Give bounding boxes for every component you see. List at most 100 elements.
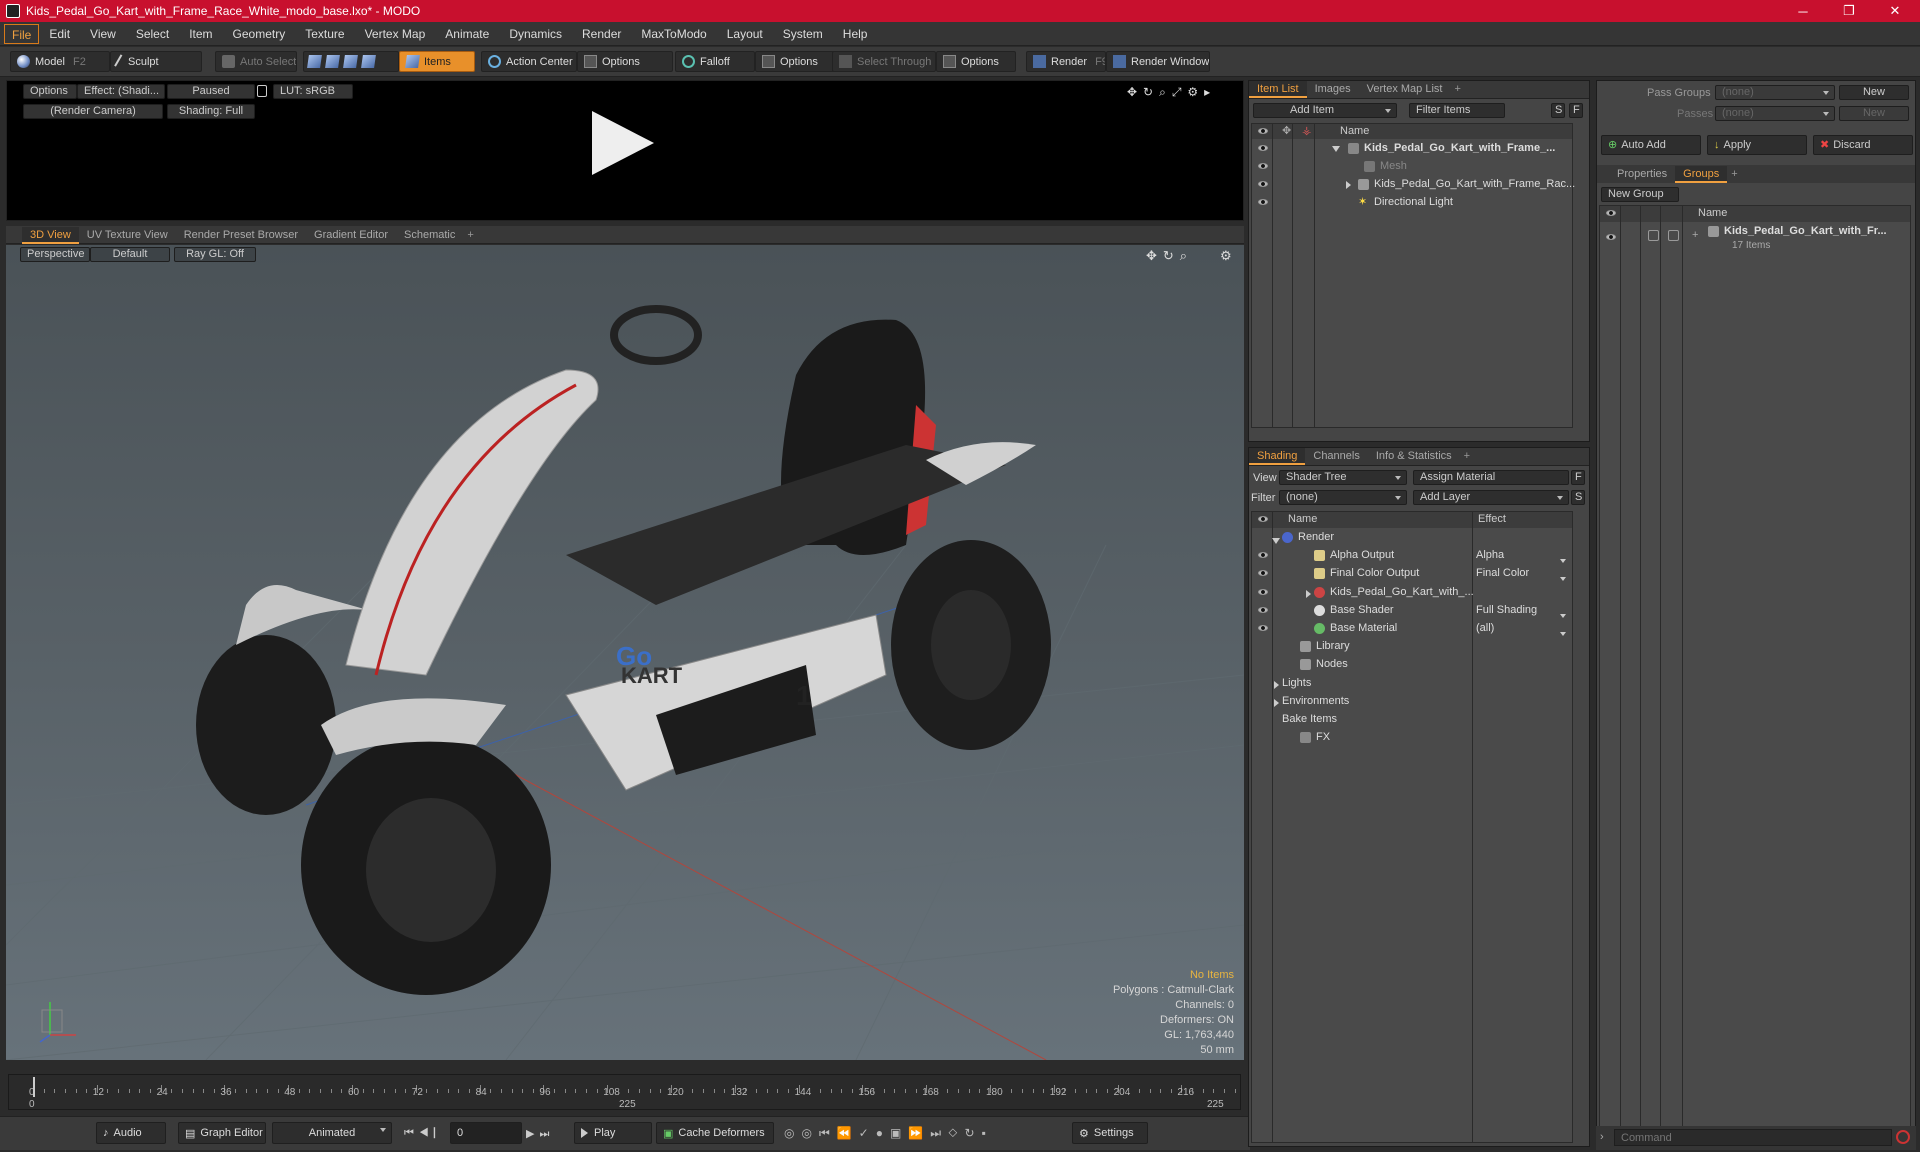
sculpt-mode-button[interactable]: Sculpt bbox=[110, 51, 202, 72]
expand-arrow-icon[interactable] bbox=[1306, 588, 1311, 603]
action-center-options-button[interactable]: Options bbox=[577, 51, 673, 72]
tree-row-directional-light[interactable]: ✶ Directional Light bbox=[1252, 195, 1572, 210]
selection-mode-buttons[interactable] bbox=[303, 51, 399, 72]
render-button[interactable]: RenderF9 bbox=[1026, 51, 1106, 72]
menu-vertex-map[interactable]: Vertex Map bbox=[355, 24, 436, 44]
filter-f-button[interactable]: F bbox=[1569, 103, 1583, 118]
menu-animate[interactable]: Animate bbox=[435, 24, 499, 44]
close-button[interactable]: ✕ bbox=[1872, 0, 1918, 22]
vertices-icon[interactable] bbox=[307, 55, 322, 68]
menu-file[interactable]: File bbox=[4, 23, 40, 44]
menu-help[interactable]: Help bbox=[833, 24, 878, 44]
cache-deformers-button[interactable]: ▣ Cache Deformers bbox=[656, 1122, 774, 1144]
play-preview-icon[interactable] bbox=[592, 111, 654, 175]
ray-gl-dropdown[interactable]: Ray GL: Off bbox=[174, 247, 256, 262]
tree-row-kart-group[interactable]: Kids_Pedal_Go_Kart_with_Frame_Rac... bbox=[1252, 177, 1575, 194]
lock-icon[interactable] bbox=[257, 85, 267, 97]
new-pass-button[interactable]: New bbox=[1839, 106, 1909, 121]
effect-dropdown[interactable]: (all) bbox=[1476, 621, 1494, 636]
visibility-eye-icon[interactable] bbox=[1258, 570, 1268, 577]
shader-row-nodes[interactable]: Nodes bbox=[1252, 657, 1572, 672]
preview-effect-dropdown[interactable]: Effect: (Shadi... bbox=[77, 84, 165, 99]
visibility-eye-icon[interactable] bbox=[1258, 625, 1268, 631]
tab-info-statistics[interactable]: Info & Statistics bbox=[1368, 448, 1460, 465]
items-mode-button[interactable]: Items bbox=[399, 51, 475, 72]
effect-dropdown[interactable]: Alpha bbox=[1476, 548, 1504, 563]
new-pass-group-button[interactable]: New bbox=[1839, 85, 1909, 100]
tab-channels[interactable]: Channels bbox=[1305, 448, 1367, 465]
tree-row-scene[interactable]: Kids_Pedal_Go_Kart_with_Frame_... bbox=[1252, 141, 1572, 156]
audio-button[interactable]: ♪ Audio bbox=[96, 1122, 166, 1144]
timeline-playhead[interactable] bbox=[33, 1077, 35, 1097]
tab-schematic[interactable]: Schematic bbox=[396, 227, 463, 244]
viewport-nav-icons[interactable]: ✥↻⌕ bbox=[1146, 248, 1193, 264]
effect-dropdown[interactable]: Full Shading bbox=[1476, 603, 1537, 618]
shading-f-button[interactable]: F bbox=[1571, 470, 1585, 485]
visibility-eye-icon[interactable] bbox=[1258, 552, 1268, 559]
menu-render[interactable]: Render bbox=[572, 24, 631, 44]
visibility-eye-icon[interactable] bbox=[1258, 606, 1268, 613]
tree-row-mesh[interactable]: Mesh bbox=[1252, 159, 1572, 174]
visibility-eye-icon[interactable] bbox=[1258, 588, 1268, 595]
menu-edit[interactable]: Edit bbox=[39, 24, 80, 44]
auto-add-button[interactable]: ⊕ Auto Add bbox=[1601, 135, 1701, 155]
add-layer-dropdown[interactable]: Add Layer bbox=[1413, 490, 1569, 505]
tab-groups[interactable]: Groups bbox=[1675, 165, 1728, 183]
apply-button[interactable]: ↓ Apply bbox=[1707, 135, 1807, 155]
falloff-button[interactable]: Falloff bbox=[675, 51, 755, 72]
pass-groups-dropdown[interactable]: (none) bbox=[1715, 85, 1835, 100]
graph-editor-button[interactable]: ▤ Graph Editor bbox=[178, 1122, 266, 1144]
play-button[interactable]: Play bbox=[574, 1122, 652, 1144]
expand-plus-icon[interactable]: + bbox=[1692, 228, 1698, 243]
passes-dropdown[interactable]: (none) bbox=[1715, 106, 1835, 121]
expand-arrow-icon[interactable] bbox=[1346, 179, 1351, 194]
menu-select[interactable]: Select bbox=[126, 24, 179, 44]
shader-row-base-shader[interactable]: Base Shader Full Shading bbox=[1252, 603, 1572, 618]
visibility-eye-icon[interactable] bbox=[1258, 181, 1268, 187]
discard-button[interactable]: ✖ Discard bbox=[1813, 135, 1913, 155]
shading-dropdown[interactable]: Shading: Full bbox=[167, 104, 255, 119]
shader-tree-dropdown[interactable]: Shader Tree bbox=[1279, 470, 1407, 485]
shader-row-library[interactable]: Library bbox=[1252, 639, 1572, 654]
key-tools-icons[interactable]: ◎◎⏮⏪✓●▣⏩⏭◇↻▪ bbox=[784, 1126, 993, 1141]
tab-properties[interactable]: Properties bbox=[1609, 166, 1675, 183]
tab-images[interactable]: Images bbox=[1307, 81, 1359, 98]
lut-dropdown[interactable]: LUT: sRGB bbox=[273, 84, 353, 99]
filter-items-input[interactable]: Filter Items bbox=[1409, 103, 1505, 118]
tab-render-preset-browser[interactable]: Render Preset Browser bbox=[176, 227, 306, 244]
model-mode-button[interactable]: Model F2 bbox=[10, 51, 110, 72]
menu-system[interactable]: System bbox=[773, 24, 833, 44]
tab-3d-view[interactable]: 3D View bbox=[22, 226, 79, 244]
add-tab-button[interactable]: + bbox=[463, 227, 477, 244]
3d-viewport[interactable]: Go KART 1 Perspective Default Ray GL: Of… bbox=[6, 245, 1244, 1060]
tab-shading[interactable]: Shading bbox=[1249, 448, 1306, 465]
render-camera-dropdown[interactable]: (Render Camera) bbox=[23, 104, 163, 119]
shader-row-final-color-output[interactable]: Final Color Output Final Color bbox=[1252, 566, 1572, 582]
visibility-eye-icon[interactable] bbox=[1258, 199, 1268, 205]
select-through-options-button[interactable]: Options bbox=[936, 51, 1016, 72]
polygons-icon[interactable] bbox=[343, 55, 358, 68]
group-checkbox[interactable] bbox=[1668, 230, 1679, 241]
shader-row-bake-items[interactable]: Bake Items bbox=[1252, 712, 1572, 727]
add-tab-button[interactable]: + bbox=[1460, 448, 1474, 465]
add-tab-button[interactable]: + bbox=[1727, 166, 1741, 183]
default-style-dropdown[interactable]: Default bbox=[90, 247, 170, 262]
preview-paused-button[interactable]: Paused bbox=[167, 84, 255, 99]
command-input[interactable] bbox=[1614, 1129, 1892, 1146]
shader-row-base-material[interactable]: Base Material (all) bbox=[1252, 621, 1572, 636]
select-through-button[interactable]: Select Through bbox=[832, 51, 936, 72]
edges-icon[interactable] bbox=[325, 55, 340, 68]
menu-dynamics[interactable]: Dynamics bbox=[499, 24, 572, 44]
tab-item-list[interactable]: Item List bbox=[1249, 81, 1307, 98]
menu-texture[interactable]: Texture bbox=[295, 24, 354, 44]
timeline-ruler[interactable]: 0 12 24 36 48 60 72 84 96 108 120 132 144 156 168 180 19… bbox=[8, 1074, 1241, 1110]
menu-geometry[interactable]: Geometry bbox=[223, 24, 296, 44]
expand-arrow-icon[interactable] bbox=[1274, 697, 1279, 712]
shader-row-render[interactable]: Render bbox=[1252, 530, 1572, 545]
maximize-button[interactable]: ❐ bbox=[1826, 0, 1872, 22]
tab-gradient-editor[interactable]: Gradient Editor bbox=[306, 227, 396, 244]
perspective-dropdown[interactable]: Perspective bbox=[20, 247, 90, 262]
auto-select-button[interactable]: Auto Select bbox=[215, 51, 297, 72]
transport-back-icons[interactable]: ⏮◀▏ bbox=[404, 1127, 450, 1140]
shader-row-fx[interactable]: FX bbox=[1252, 730, 1572, 745]
